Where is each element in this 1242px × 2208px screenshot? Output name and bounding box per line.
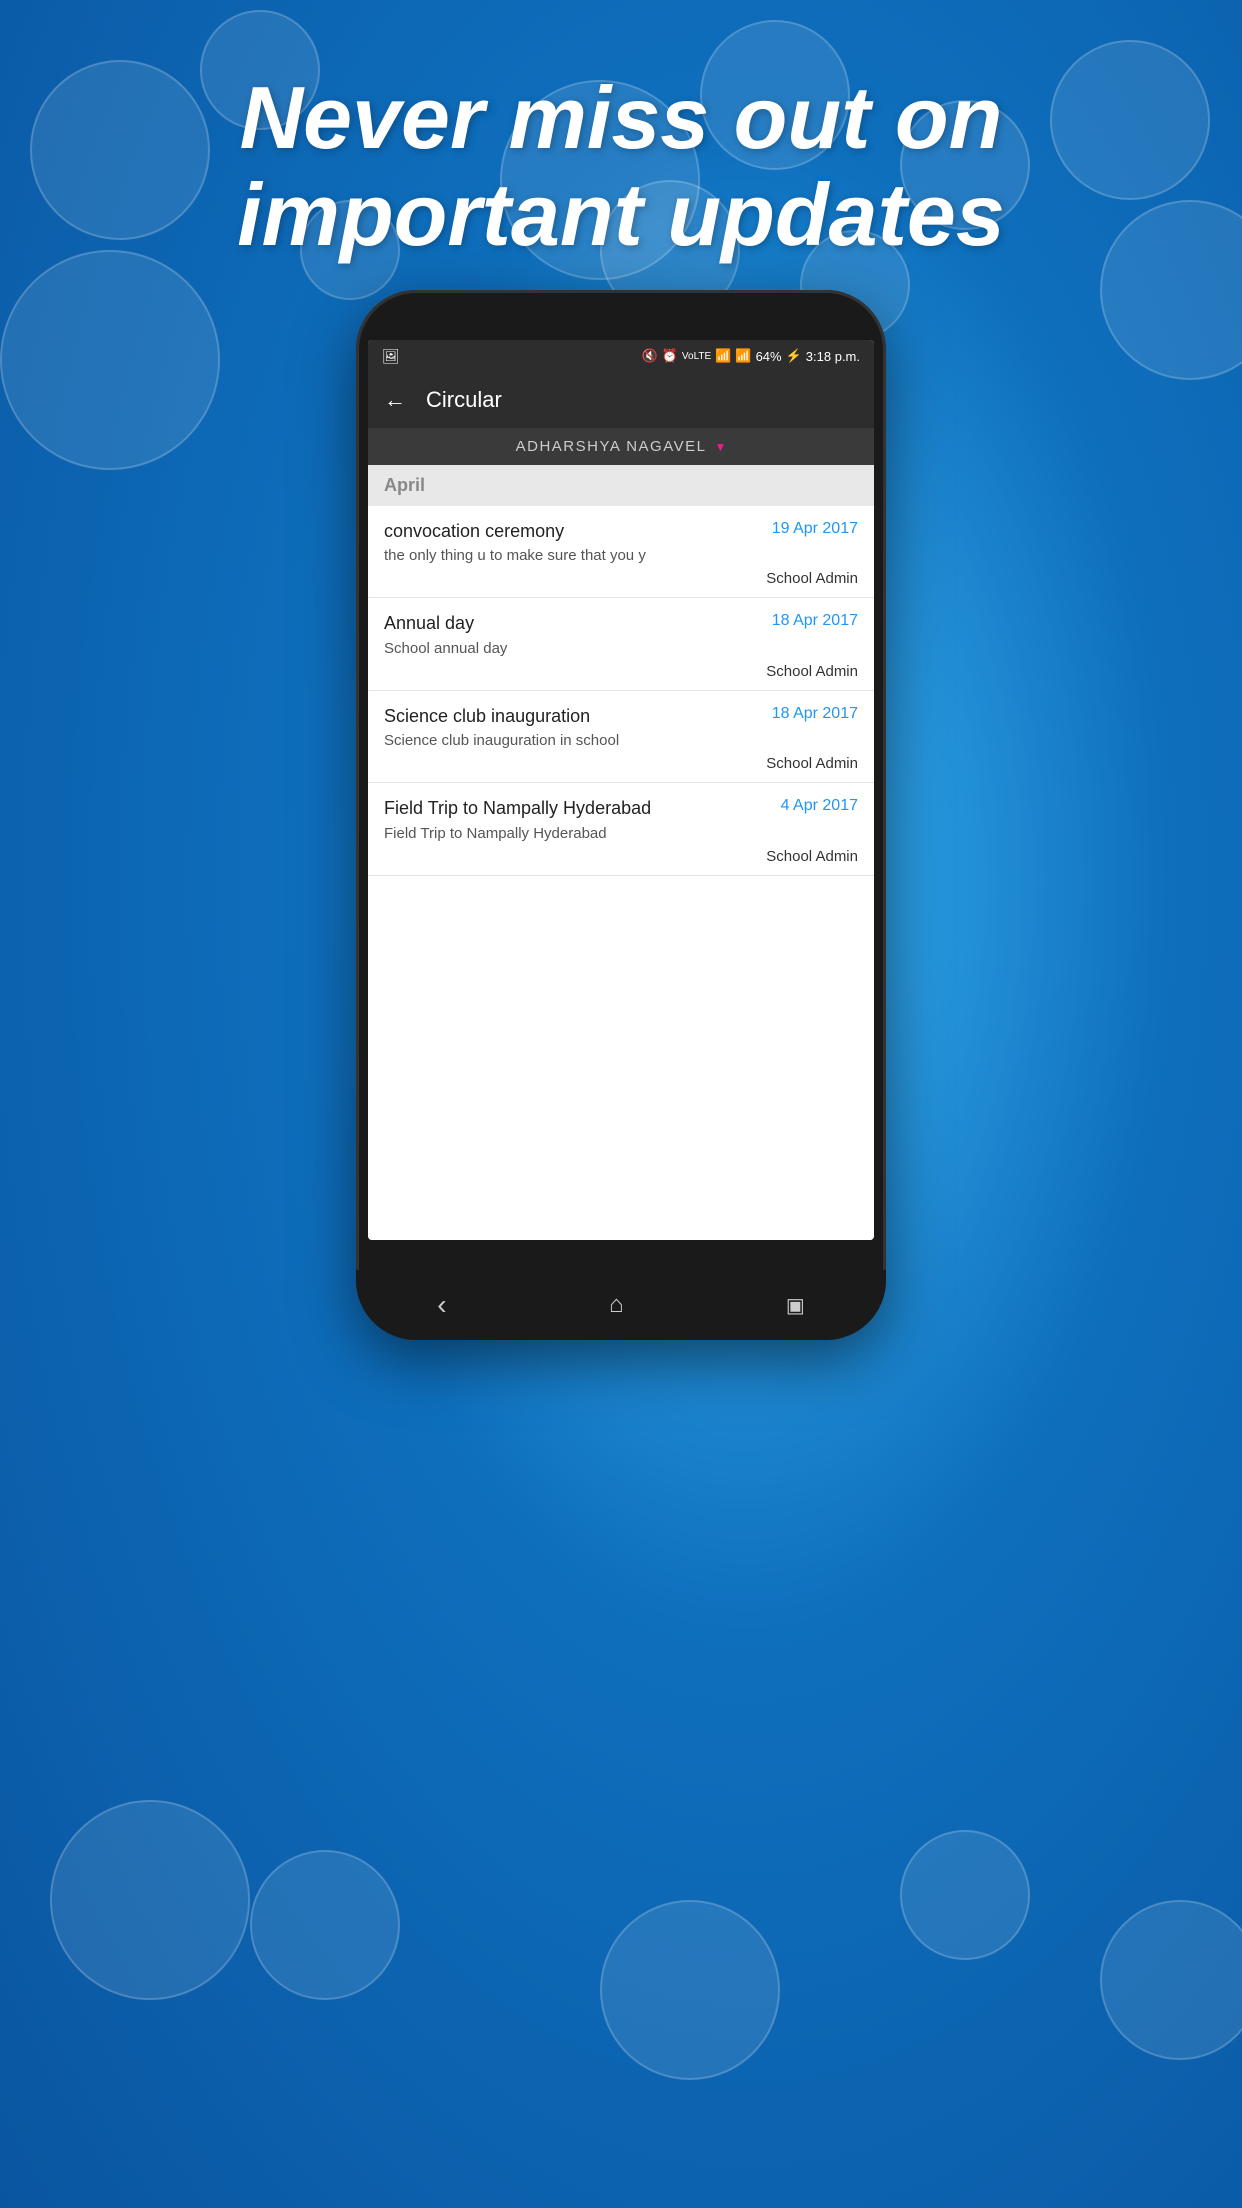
circular-item-title: Annual day <box>384 612 764 635</box>
circular-item-header: Science club inauguration 18 Apr 2017 <box>384 705 858 728</box>
circular-item[interactable]: Field Trip to Nampally Hyderabad 4 Apr 2… <box>368 783 874 875</box>
bottom-navigation: ‹ ⌂ ▣ <box>356 1270 886 1340</box>
circular-item-date: 4 Apr 2017 <box>781 797 858 815</box>
circular-item-desc: School annual day <box>384 640 858 657</box>
headline-line2: important updates <box>60 167 1182 264</box>
circular-item-header: Field Trip to Nampally Hyderabad 4 Apr 2… <box>384 797 858 820</box>
volume-up-button <box>356 510 357 570</box>
alarm-icon: ⏰ <box>662 348 678 364</box>
volume-silent-button <box>356 450 357 490</box>
phone-shell: 🖼 🔇 ⏰ VoLTE 📶 📶 64% ⚡ 3:18 p.m. ← Circul… <box>356 290 886 1340</box>
circular-item-date: 18 Apr 2017 <box>772 705 858 723</box>
back-nav-button[interactable]: ‹ <box>437 1289 446 1321</box>
circular-item-title: Science club inauguration <box>384 705 764 728</box>
circular-item-desc: Science club inauguration in school <box>384 732 858 749</box>
volume-down-button <box>356 585 357 645</box>
dropdown-arrow-icon: ▼ <box>714 440 726 454</box>
circular-item-author: School Admin <box>384 848 858 865</box>
recents-nav-button[interactable]: ▣ <box>786 1293 805 1318</box>
headline-line1: Never miss out on <box>60 70 1182 167</box>
circular-item-author: School Admin <box>384 570 858 587</box>
circular-item[interactable]: Annual day 18 Apr 2017 School annual day… <box>368 598 874 690</box>
circular-item-author: School Admin <box>384 755 858 772</box>
month-header: April <box>368 465 874 506</box>
volte-label: VoLTE <box>682 351 711 362</box>
circular-item[interactable]: convocation ceremony 19 Apr 2017 the onl… <box>368 506 874 598</box>
circular-item[interactable]: Science club inauguration 18 Apr 2017 Sc… <box>368 691 874 783</box>
circular-item-date: 19 Apr 2017 <box>772 520 858 538</box>
circular-list: convocation ceremony 19 Apr 2017 the onl… <box>368 506 874 1240</box>
student-selector[interactable]: ADHARSHYA NAGAVEL ▼ <box>368 428 874 465</box>
circular-item-title: Field Trip to Nampally Hyderabad <box>384 797 773 820</box>
circular-item-header: convocation ceremony 19 Apr 2017 <box>384 520 858 543</box>
mute-icon: 🔇 <box>642 348 658 364</box>
status-right: 🔇 ⏰ VoLTE 📶 📶 64% ⚡ 3:18 p.m. <box>642 348 860 364</box>
circular-item-desc: the only thing u to make sure that you y <box>384 547 858 564</box>
circular-item-author: School Admin <box>384 663 858 680</box>
time-display: 3:18 p.m. <box>806 349 860 364</box>
circular-item-desc: Field Trip to Nampally Hyderabad <box>384 825 858 842</box>
headline: Never miss out on important updates <box>0 70 1242 264</box>
phone-screen: 🖼 🔇 ⏰ VoLTE 📶 📶 64% ⚡ 3:18 p.m. ← Circul… <box>368 340 874 1240</box>
status-left: 🖼 <box>382 348 400 365</box>
signal-icon: 📶 <box>735 348 751 364</box>
back-button[interactable]: ← <box>384 387 406 413</box>
power-button <box>885 490 886 560</box>
charging-icon: ⚡ <box>786 348 802 364</box>
circular-item-header: Annual day 18 Apr 2017 <box>384 612 858 635</box>
notification-icon: 🖼 <box>382 348 400 365</box>
battery-percent: 64% <box>756 349 782 364</box>
status-bar: 🖼 🔇 ⏰ VoLTE 📶 📶 64% ⚡ 3:18 p.m. <box>368 340 874 372</box>
wifi-icon: 📶 <box>715 348 731 364</box>
student-name: ADHARSHYA NAGAVEL <box>516 438 707 455</box>
app-bar-title: Circular <box>426 387 502 413</box>
circular-item-title: convocation ceremony <box>384 520 764 543</box>
app-bar: ← Circular <box>368 372 874 428</box>
circular-item-date: 18 Apr 2017 <box>772 612 858 630</box>
home-nav-button[interactable]: ⌂ <box>609 1291 624 1319</box>
